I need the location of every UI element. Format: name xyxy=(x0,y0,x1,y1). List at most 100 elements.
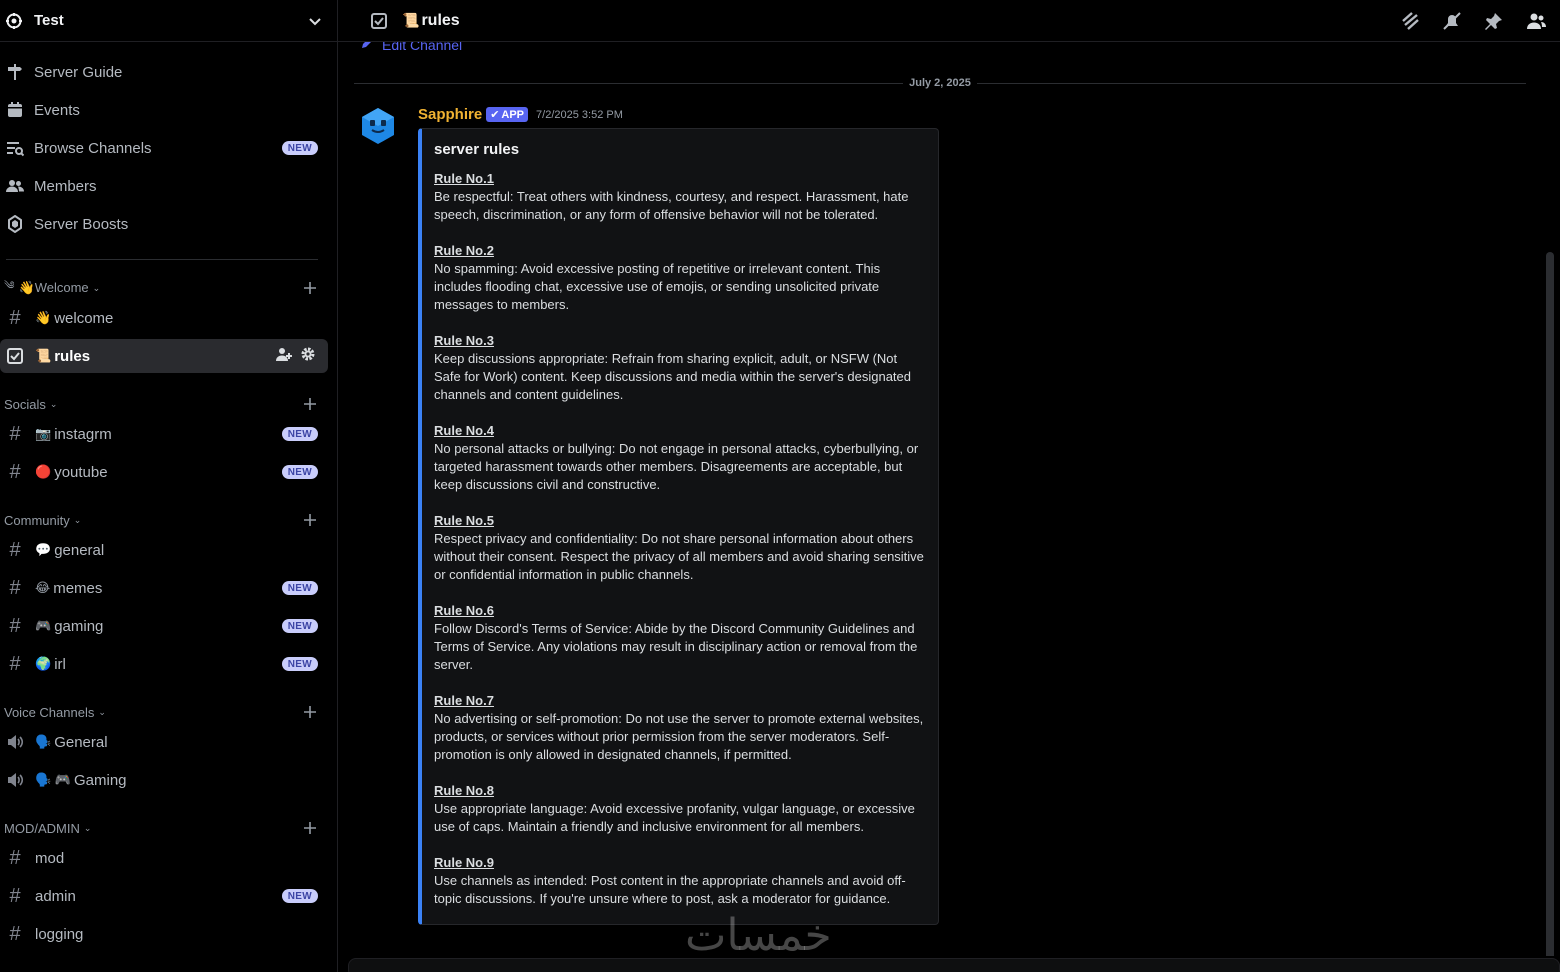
add-channel-icon[interactable] xyxy=(302,510,318,530)
chevron-down-icon: ⌄ xyxy=(83,822,92,833)
members-icon xyxy=(5,176,25,196)
nav-members[interactable]: Members xyxy=(0,169,328,203)
channel-name: Gaming xyxy=(74,771,127,789)
browse-channels-icon xyxy=(5,138,25,158)
app-badge-label: APP xyxy=(501,108,525,121)
chevron-down-icon: ⌄ xyxy=(49,398,58,409)
avatar[interactable] xyxy=(358,106,398,146)
chevron-down-icon: ⌄ xyxy=(92,282,101,293)
new-badge: NEW xyxy=(281,141,318,155)
edit-channel-link[interactable]: Edit Channel xyxy=(360,42,462,53)
add-channel-icon[interactable] xyxy=(302,394,318,414)
author-name[interactable]: Sapphire xyxy=(418,106,482,123)
channel-general[interactable]: # 💬 general xyxy=(0,533,328,567)
channel-emoji: 💬 xyxy=(35,542,52,557)
rule-item: Rule No.7 No advertising or self-promotio… xyxy=(434,692,924,764)
rule-text: Respect privacy and confidentiality: Do … xyxy=(434,531,924,582)
chevron-down-icon[interactable] xyxy=(307,13,323,29)
channel-instagrm[interactable]: # 📷 instagrm NEW xyxy=(0,417,328,451)
nav-browse-channels[interactable]: Browse Channels NEW xyxy=(0,131,328,165)
rule-item: Rule No.4 No personal attacks or bullying… xyxy=(434,422,924,494)
voice-channel-gaming[interactable]: 🗣️ 🎮 Gaming xyxy=(0,763,328,797)
channel-memes[interactable]: # 😂 memes NEW xyxy=(0,571,328,605)
rule-title: Rule No.8 xyxy=(434,783,494,798)
channel-name: logging xyxy=(35,925,84,943)
category-voice-channels[interactable]: Voice Channels ⌄ xyxy=(0,702,328,722)
channel-admin[interactable]: # admin NEW xyxy=(0,879,328,913)
nav-label: Members xyxy=(34,177,97,195)
rule-title: Rule No.2 xyxy=(434,243,494,258)
nav-server-boosts[interactable]: Server Boosts xyxy=(0,207,328,241)
new-badge: NEW xyxy=(281,465,318,479)
channel-irl[interactable]: # 🌍 irl NEW xyxy=(0,647,328,681)
threads-icon[interactable] xyxy=(1400,11,1420,31)
server-header[interactable]: Test xyxy=(0,0,337,42)
new-badge: NEW xyxy=(281,427,318,441)
pin-icon[interactable] xyxy=(1484,11,1504,31)
rule-text: Use appropriate language: Avoid excessiv… xyxy=(434,801,915,834)
channel-rules[interactable]: 📜 rules xyxy=(0,339,328,373)
channel-name: youtube xyxy=(54,463,108,481)
hashtag-icon: # xyxy=(9,614,21,637)
nav-server-guide[interactable]: Server Guide xyxy=(0,55,328,89)
server-name: Test xyxy=(34,12,64,29)
channel-welcome[interactable]: # 👋 welcome xyxy=(0,301,328,335)
category-welcome[interactable]: ༄ 👋Welcome ⌄ xyxy=(0,278,328,298)
channel-emoji: 😂 xyxy=(35,580,51,595)
channel-youtube[interactable]: # 🔴 youtube NEW xyxy=(0,455,328,489)
rule-item: Rule No.9 Use channels as intended: Post … xyxy=(434,854,924,908)
message-composer[interactable] xyxy=(348,958,1560,972)
scrollbar[interactable] xyxy=(1546,252,1554,956)
member-list-icon[interactable] xyxy=(1526,11,1546,31)
new-badge: NEW xyxy=(281,889,318,903)
new-badge: NEW xyxy=(281,581,318,595)
rules-channel-icon xyxy=(370,12,388,30)
rule-item: Rule No.1 Be respectful: Treat others wit… xyxy=(434,170,924,224)
speaker-icon xyxy=(5,770,25,790)
rules-embed: server rules Rule No.1 Be respectful: Tre… xyxy=(418,128,939,925)
channel-emoji: 🌍 xyxy=(35,656,52,671)
rules-channel-icon xyxy=(5,346,25,366)
gear-icon[interactable] xyxy=(300,346,316,366)
date-label: July 2, 2025 xyxy=(909,77,971,89)
category-label: Socials xyxy=(4,396,46,412)
channel-header: 📜 rules xyxy=(338,0,1560,42)
channel-emoji: 📜 xyxy=(402,12,420,28)
channel-gaming[interactable]: # 🎮 gaming NEW xyxy=(0,609,328,643)
add-channel-icon[interactable] xyxy=(302,818,318,838)
notification-muted-icon[interactable] xyxy=(1442,11,1462,31)
channel-emoji: 🗣️ xyxy=(35,734,52,749)
rule-title: Rule No.7 xyxy=(434,693,494,708)
category-label: Community xyxy=(4,512,70,528)
category-label: 👋Welcome xyxy=(18,280,89,295)
nav-label: Events xyxy=(34,101,80,119)
message-timestamp: 7/2/2025 3:52 PM xyxy=(536,108,623,121)
nav-events[interactable]: Events xyxy=(0,93,328,127)
chevron-down-icon: ⌄ xyxy=(98,706,106,717)
channel-logging[interactable]: # logging xyxy=(0,917,328,951)
rule-text: Be respectful: Treat others with kindnes… xyxy=(434,189,909,222)
voice-channel-general[interactable]: 🗣️ General xyxy=(0,725,328,759)
category-socials[interactable]: Socials ⌄ xyxy=(0,394,328,414)
add-channel-icon[interactable] xyxy=(302,278,318,298)
category-community[interactable]: Community ⌄ xyxy=(0,510,328,530)
invite-icon[interactable] xyxy=(276,346,292,366)
chevron-down-icon: ⌄ xyxy=(73,514,82,525)
category-mod-admin[interactable]: MOD/ADMIN ⌄ xyxy=(0,818,328,838)
rule-title: Rule No.3 xyxy=(434,333,494,348)
rule-text: Follow Discord's Terms of Service: Abide… xyxy=(434,621,918,672)
channel-sidebar: Test Server Guide Events Browse Channels… xyxy=(0,0,338,972)
nav-label: Server Boosts xyxy=(34,215,129,233)
channel-emoji: 📜 xyxy=(35,348,52,363)
hashtag-icon: # xyxy=(9,306,21,329)
hashtag-icon: # xyxy=(9,652,21,675)
channel-name: gaming xyxy=(54,617,104,635)
rule-item: Rule No.6 Follow Discord's Terms of Servi… xyxy=(434,602,924,674)
edit-channel-label: Edit Channel xyxy=(382,42,463,53)
category-label: Voice Channels xyxy=(4,704,95,720)
rule-item: Rule No.5 Respect privacy and confidentia… xyxy=(434,512,924,584)
add-channel-icon[interactable] xyxy=(302,702,318,722)
rule-text: No personal attacks or bullying: Do not … xyxy=(434,441,919,492)
channel-mod[interactable]: # mod xyxy=(0,841,328,875)
rule-text: Keep discussions appropriate: Refrain fr… xyxy=(434,351,911,402)
